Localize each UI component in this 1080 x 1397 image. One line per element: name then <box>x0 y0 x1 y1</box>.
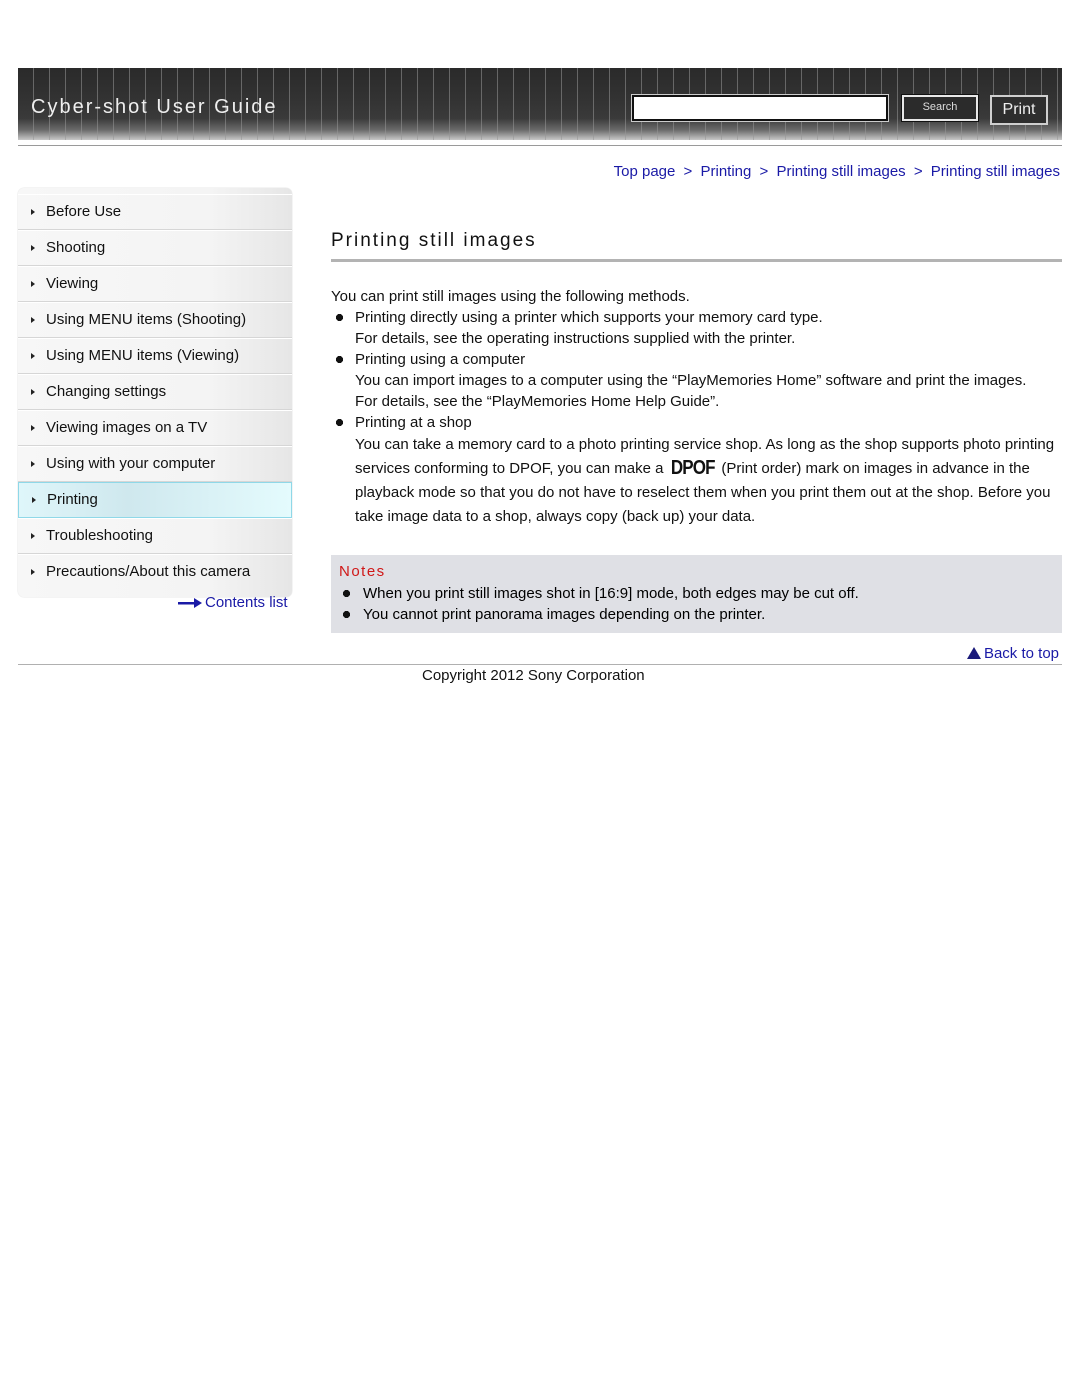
search-button[interactable]: Search <box>901 94 979 122</box>
method-title: Printing at a shop <box>355 414 472 431</box>
caret-right-icon <box>31 317 35 323</box>
sidebar-item-precautions[interactable]: Precautions/About this camera <box>18 554 292 589</box>
caret-right-icon <box>31 209 35 215</box>
search-input[interactable] <box>631 94 889 122</box>
copyright-text: Copyright 2012 Sony Corporation <box>422 667 645 684</box>
header-bar: Cyber-shot User Guide Search Print <box>18 68 1062 140</box>
back-to-top-link[interactable]: Back to top <box>966 645 1059 662</box>
caret-right-icon <box>31 461 35 467</box>
contents-list-link[interactable]: Contents list <box>178 594 288 611</box>
caret-right-icon <box>32 497 36 503</box>
sidebar-nav: Before Use Shooting Viewing Using MENU i… <box>18 188 292 597</box>
sidebar-item-label: Using with your computer <box>46 455 216 472</box>
contents-list-label: Contents list <box>205 594 288 611</box>
sidebar-item-label: Shooting <box>46 239 106 256</box>
sidebar-item-label: Troubleshooting <box>46 527 154 544</box>
arrow-right-icon <box>178 598 202 609</box>
bullet-icon <box>336 314 343 321</box>
sidebar-item-viewing[interactable]: Viewing <box>18 266 292 302</box>
footer-divider <box>18 664 1062 665</box>
method-item: Printing directly using a printer which … <box>331 307 1056 349</box>
breadcrumb-current-page[interactable]: Printing still images <box>931 163 1060 180</box>
method-detail: For details, see the operating instructi… <box>355 330 796 347</box>
sidebar-item-changing-settings[interactable]: Changing settings <box>18 374 292 410</box>
sidebar-item-printing[interactable]: Printing <box>18 482 292 518</box>
breadcrumb-separator: > <box>683 163 693 180</box>
caret-right-icon <box>31 245 35 251</box>
sidebar-item-label: Viewing <box>46 275 99 292</box>
method-detail: You can take a memory card to a photo pr… <box>355 433 1056 529</box>
caret-right-icon <box>31 425 35 431</box>
bullet-icon <box>336 356 343 363</box>
sidebar-item-label: Viewing images on a TV <box>46 419 208 436</box>
sidebar-item-label: Precautions/About this camera <box>46 563 251 580</box>
sidebar-item-label: Printing <box>47 491 98 508</box>
method-detail: You can import images to a computer usin… <box>355 372 1027 389</box>
sidebar-item-computer[interactable]: Using with your computer <box>18 446 292 482</box>
breadcrumb-printing-still-images[interactable]: Printing still images <box>776 163 905 180</box>
sidebar-item-label: Changing settings <box>46 383 167 400</box>
breadcrumb-printing[interactable]: Printing <box>700 163 751 180</box>
caret-right-icon <box>31 533 35 539</box>
method-item: Printing using a computer You can import… <box>331 349 1056 412</box>
notes-title: Notes <box>339 563 386 580</box>
breadcrumb-top-page[interactable]: Top page <box>614 163 676 180</box>
method-title: Printing directly using a printer which … <box>355 309 823 326</box>
method-item: Printing at a shop You can take a memory… <box>331 412 1056 529</box>
back-to-top-label: Back to top <box>983 645 1059 662</box>
caret-right-icon <box>31 353 35 359</box>
notes-box: Notes When you print still images shot i… <box>331 555 1062 633</box>
breadcrumb: Top page > Printing > Printing still ima… <box>614 163 1060 180</box>
sidebar-item-troubleshooting[interactable]: Troubleshooting <box>18 518 292 554</box>
breadcrumb-separator: > <box>913 163 923 180</box>
sidebar-item-label: Using MENU items (Viewing) <box>46 347 240 364</box>
note-text: You cannot print panorama images dependi… <box>363 606 766 623</box>
header-divider <box>18 145 1062 146</box>
site-title: Cyber-shot User Guide <box>31 96 278 118</box>
note-item: When you print still images shot in [16:… <box>339 583 1054 604</box>
main-content: You can print still images using the fol… <box>331 286 1056 529</box>
sidebar-item-label: Before Use <box>46 203 122 220</box>
note-text: When you print still images shot in [16:… <box>363 585 859 602</box>
sidebar-item-label: Using MENU items (Shooting) <box>46 311 247 328</box>
bullet-icon <box>343 611 350 618</box>
dpof-icon: DPOF <box>670 457 716 479</box>
triangle-up-icon <box>966 647 981 659</box>
note-item: You cannot print panorama images dependi… <box>339 604 1054 625</box>
method-detail: For details, see the “PlayMemories Home … <box>355 393 720 410</box>
sidebar-item-menu-shooting[interactable]: Using MENU items (Shooting) <box>18 302 292 338</box>
sidebar-item-menu-viewing[interactable]: Using MENU items (Viewing) <box>18 338 292 374</box>
intro-text: You can print still images using the fol… <box>331 288 690 305</box>
bullet-icon <box>336 419 343 426</box>
caret-right-icon <box>31 281 35 287</box>
sidebar-item-shooting[interactable]: Shooting <box>18 230 292 266</box>
method-title: Printing using a computer <box>355 351 526 368</box>
page-title: Printing still images <box>331 230 537 251</box>
caret-right-icon <box>31 389 35 395</box>
breadcrumb-separator: > <box>759 163 769 180</box>
sidebar-item-before-use[interactable]: Before Use <box>18 194 292 230</box>
print-button[interactable]: Print <box>990 95 1048 125</box>
caret-right-icon <box>31 569 35 575</box>
bullet-icon <box>343 590 350 597</box>
title-divider <box>331 259 1062 262</box>
sidebar-item-viewing-tv[interactable]: Viewing images on a TV <box>18 410 292 446</box>
